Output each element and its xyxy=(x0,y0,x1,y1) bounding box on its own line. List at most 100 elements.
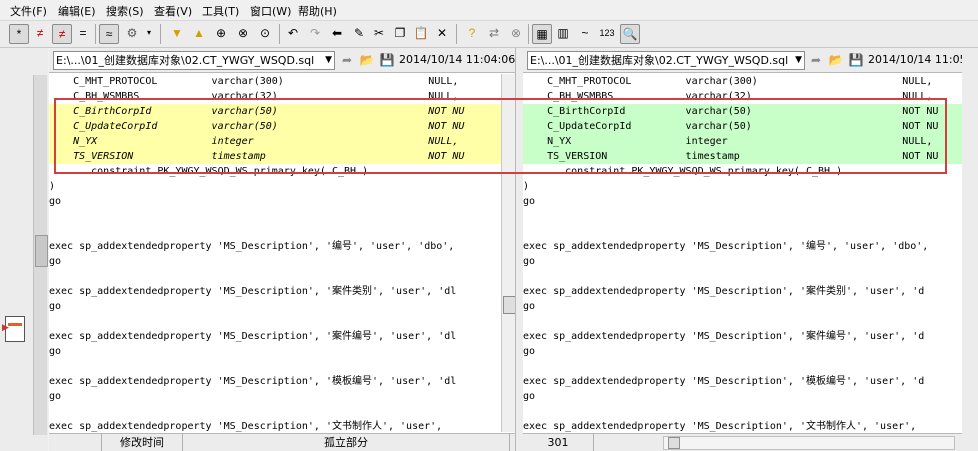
repository-icon[interactable]: ⚙ xyxy=(123,24,141,42)
chevron-down-icon: ▼ xyxy=(325,55,332,65)
right-pane: E:\...\01_创建数据库对象\02.CT_YWGY_WSQD.sql ▼ … xyxy=(523,48,978,451)
undo-icon[interactable]: ↶ xyxy=(284,24,302,42)
refresh-icon[interactable]: ➦ xyxy=(339,52,355,68)
code-line: C_BH_WSMBBS varchar(32) NULL, xyxy=(49,91,459,102)
delete-icon[interactable]: ✕ xyxy=(433,24,451,42)
refresh-icon[interactable]: ➦ xyxy=(808,52,824,68)
arrow-down-icon[interactable]: ▼ xyxy=(168,24,186,42)
menu-window[interactable]: 窗口(W) xyxy=(250,3,291,19)
code-line: go xyxy=(49,346,62,357)
swap-icon[interactable]: ⇄ xyxy=(485,24,503,42)
code-line: exec sp_addextendedproperty 'MS_Descript… xyxy=(523,331,925,342)
menu-help[interactable]: 帮助(H) xyxy=(298,3,337,19)
right-hscroll-thumb[interactable] xyxy=(668,437,680,449)
right-status-bar: 301 xyxy=(523,433,963,451)
menu-file[interactable]: 文件(F) xyxy=(10,3,47,19)
code-line: TS_VERSION timestamp NOT NU xyxy=(523,149,963,164)
code-line: exec sp_addextendedproperty 'MS_Descript… xyxy=(523,376,925,387)
code-line: exec sp_addextendedproperty 'MS_Descript… xyxy=(523,241,929,252)
left-status-orphan: 孤立部分 xyxy=(183,434,510,451)
left-path-select[interactable]: E:\...\01_创建数据库对象\02.CT_YWGY_WSQD.sql ▼ xyxy=(53,51,335,70)
left-code-view[interactable]: C_MHT_PROTOCOL varchar(300) NULL, C_BH_W… xyxy=(49,74,501,432)
menu-tools[interactable]: 工具(T) xyxy=(202,3,239,19)
code-line: exec sp_addextendedproperty 'MS_Descript… xyxy=(523,421,917,432)
overview-minimap[interactable]: ▶ xyxy=(2,316,25,342)
cut-icon[interactable]: ✂ xyxy=(370,24,388,42)
folder-open-icon[interactable]: 📂 xyxy=(359,52,375,68)
left-pane: E:\...\01_创建数据库对象\02.CT_YWGY_WSQD.sql ▼ … xyxy=(49,48,516,451)
code-line: constraint PK_YWGY_WSQD_WS primary key( … xyxy=(49,166,369,177)
overview-thumb[interactable] xyxy=(35,235,48,267)
left-vertical-scrollbar[interactable] xyxy=(501,74,516,432)
code-line: ) xyxy=(49,181,56,192)
overview-scrollbar[interactable] xyxy=(33,75,48,435)
stop-icon[interactable]: ⊗ xyxy=(507,24,525,42)
code-line: exec sp_addextendedproperty 'MS_Descript… xyxy=(49,421,443,432)
code-line: go xyxy=(523,196,536,207)
menu-view[interactable]: 查看(V) xyxy=(154,3,192,19)
code-line: exec sp_addextendedproperty 'MS_Descript… xyxy=(49,286,457,297)
code-line: exec sp_addextendedproperty 'MS_Descript… xyxy=(523,286,925,297)
code-line: C_BirthCorpId varchar(50) NOT NU xyxy=(523,104,963,119)
not-equal-icon[interactable]: ≠ xyxy=(31,24,49,42)
toolbar: * ≠ ≠ = ≈ ⚙ ▾ ▼ ▲ ⊕ ⊗ ⊙ ↶ ↷ ⬅ ✎ ✂ ❐ 📋 ✕ … xyxy=(0,21,978,48)
right-path-select[interactable]: E:\...\01_创建数据库对象\02.CT_YWGY_WSQD.sql ▼ xyxy=(527,51,805,70)
code-line: go xyxy=(523,391,536,402)
right-horizontal-scrollbar[interactable] xyxy=(663,436,955,450)
left-timestamp: 2014/10/14 11:04:06 xyxy=(399,53,516,66)
redo-icon[interactable]: ↷ xyxy=(306,24,324,42)
folder-open-icon[interactable]: 📂 xyxy=(828,52,844,68)
left-status-bar: 修改时间 孤立部分 xyxy=(49,433,515,451)
chevron-down-icon[interactable]: ▾ xyxy=(140,24,158,42)
right-code-view[interactable]: C_MHT_PROTOCOL varchar(300) NULL, C_BH_W… xyxy=(523,74,963,432)
menu-bar: 文件(F) 编辑(E) 搜索(S) 查看(V) 工具(T) 窗口(W) 帮助(H… xyxy=(0,0,978,21)
filter-all-icon[interactable]: * xyxy=(9,24,29,44)
right-status-line: 301 xyxy=(523,434,594,451)
binoculars-3-icon[interactable]: ⊙ xyxy=(256,24,274,42)
diff-marker xyxy=(8,323,22,326)
toolbar-separator xyxy=(456,24,457,44)
save-icon[interactable]: 💾 xyxy=(379,52,395,68)
copy-icon[interactable]: ❐ xyxy=(391,24,409,42)
save-icon[interactable]: 💾 xyxy=(848,52,864,68)
code-line: N_YX integer NULL, xyxy=(523,134,963,149)
menu-edit[interactable]: 编辑(E) xyxy=(58,3,96,19)
menu-search[interactable]: 搜索(S) xyxy=(106,3,144,19)
left-path-text: E:\...\01_创建数据库对象\02.CT_YWGY_WSQD.sql xyxy=(56,54,315,67)
columns-icon[interactable]: ▥ xyxy=(554,24,572,42)
search-icon[interactable]: 🔍 xyxy=(620,24,640,44)
back-arrow-icon[interactable]: ⬅ xyxy=(328,24,346,42)
code-line: go xyxy=(49,391,62,402)
paste-icon[interactable]: 📋 xyxy=(412,24,430,42)
right-path-bar: E:\...\01_创建数据库对象\02.CT_YWGY_WSQD.sql ▼ … xyxy=(523,48,978,73)
code-line: C_MHT_PROTOCOL varchar(300) NULL, xyxy=(523,76,933,87)
toolbar-separator xyxy=(160,24,161,44)
code-line: constraint PK_YWGY_WSQD_WS primary key( … xyxy=(523,166,843,177)
code-line: go xyxy=(49,256,62,267)
code-line: go xyxy=(523,301,536,312)
123-icon[interactable]: 123 xyxy=(596,24,618,42)
equal-icon[interactable]: = xyxy=(74,24,92,42)
pencil-icon[interactable]: ✎ xyxy=(350,24,368,42)
not-equal-boxed-icon[interactable]: ≠ xyxy=(52,24,72,44)
left-status-modified: 修改时间 xyxy=(102,434,183,451)
split-view-icon[interactable]: ▦ xyxy=(532,24,552,44)
code-line: C_UpdateCorpId varchar(50) NOT NU xyxy=(49,119,501,134)
toolbar-separator xyxy=(279,24,280,44)
binoculars-2-icon[interactable]: ⊗ xyxy=(234,24,252,42)
code-line: exec sp_addextendedproperty 'MS_Descript… xyxy=(49,331,457,342)
approx-icon[interactable]: ≈ xyxy=(99,24,119,44)
tilde-icon[interactable]: ~ xyxy=(576,24,594,42)
arrow-up-icon[interactable]: ▲ xyxy=(190,24,208,42)
toolbar-separator xyxy=(95,24,96,44)
help-icon[interactable]: ? xyxy=(463,24,481,42)
binoculars-icon[interactable]: ⊕ xyxy=(212,24,230,42)
